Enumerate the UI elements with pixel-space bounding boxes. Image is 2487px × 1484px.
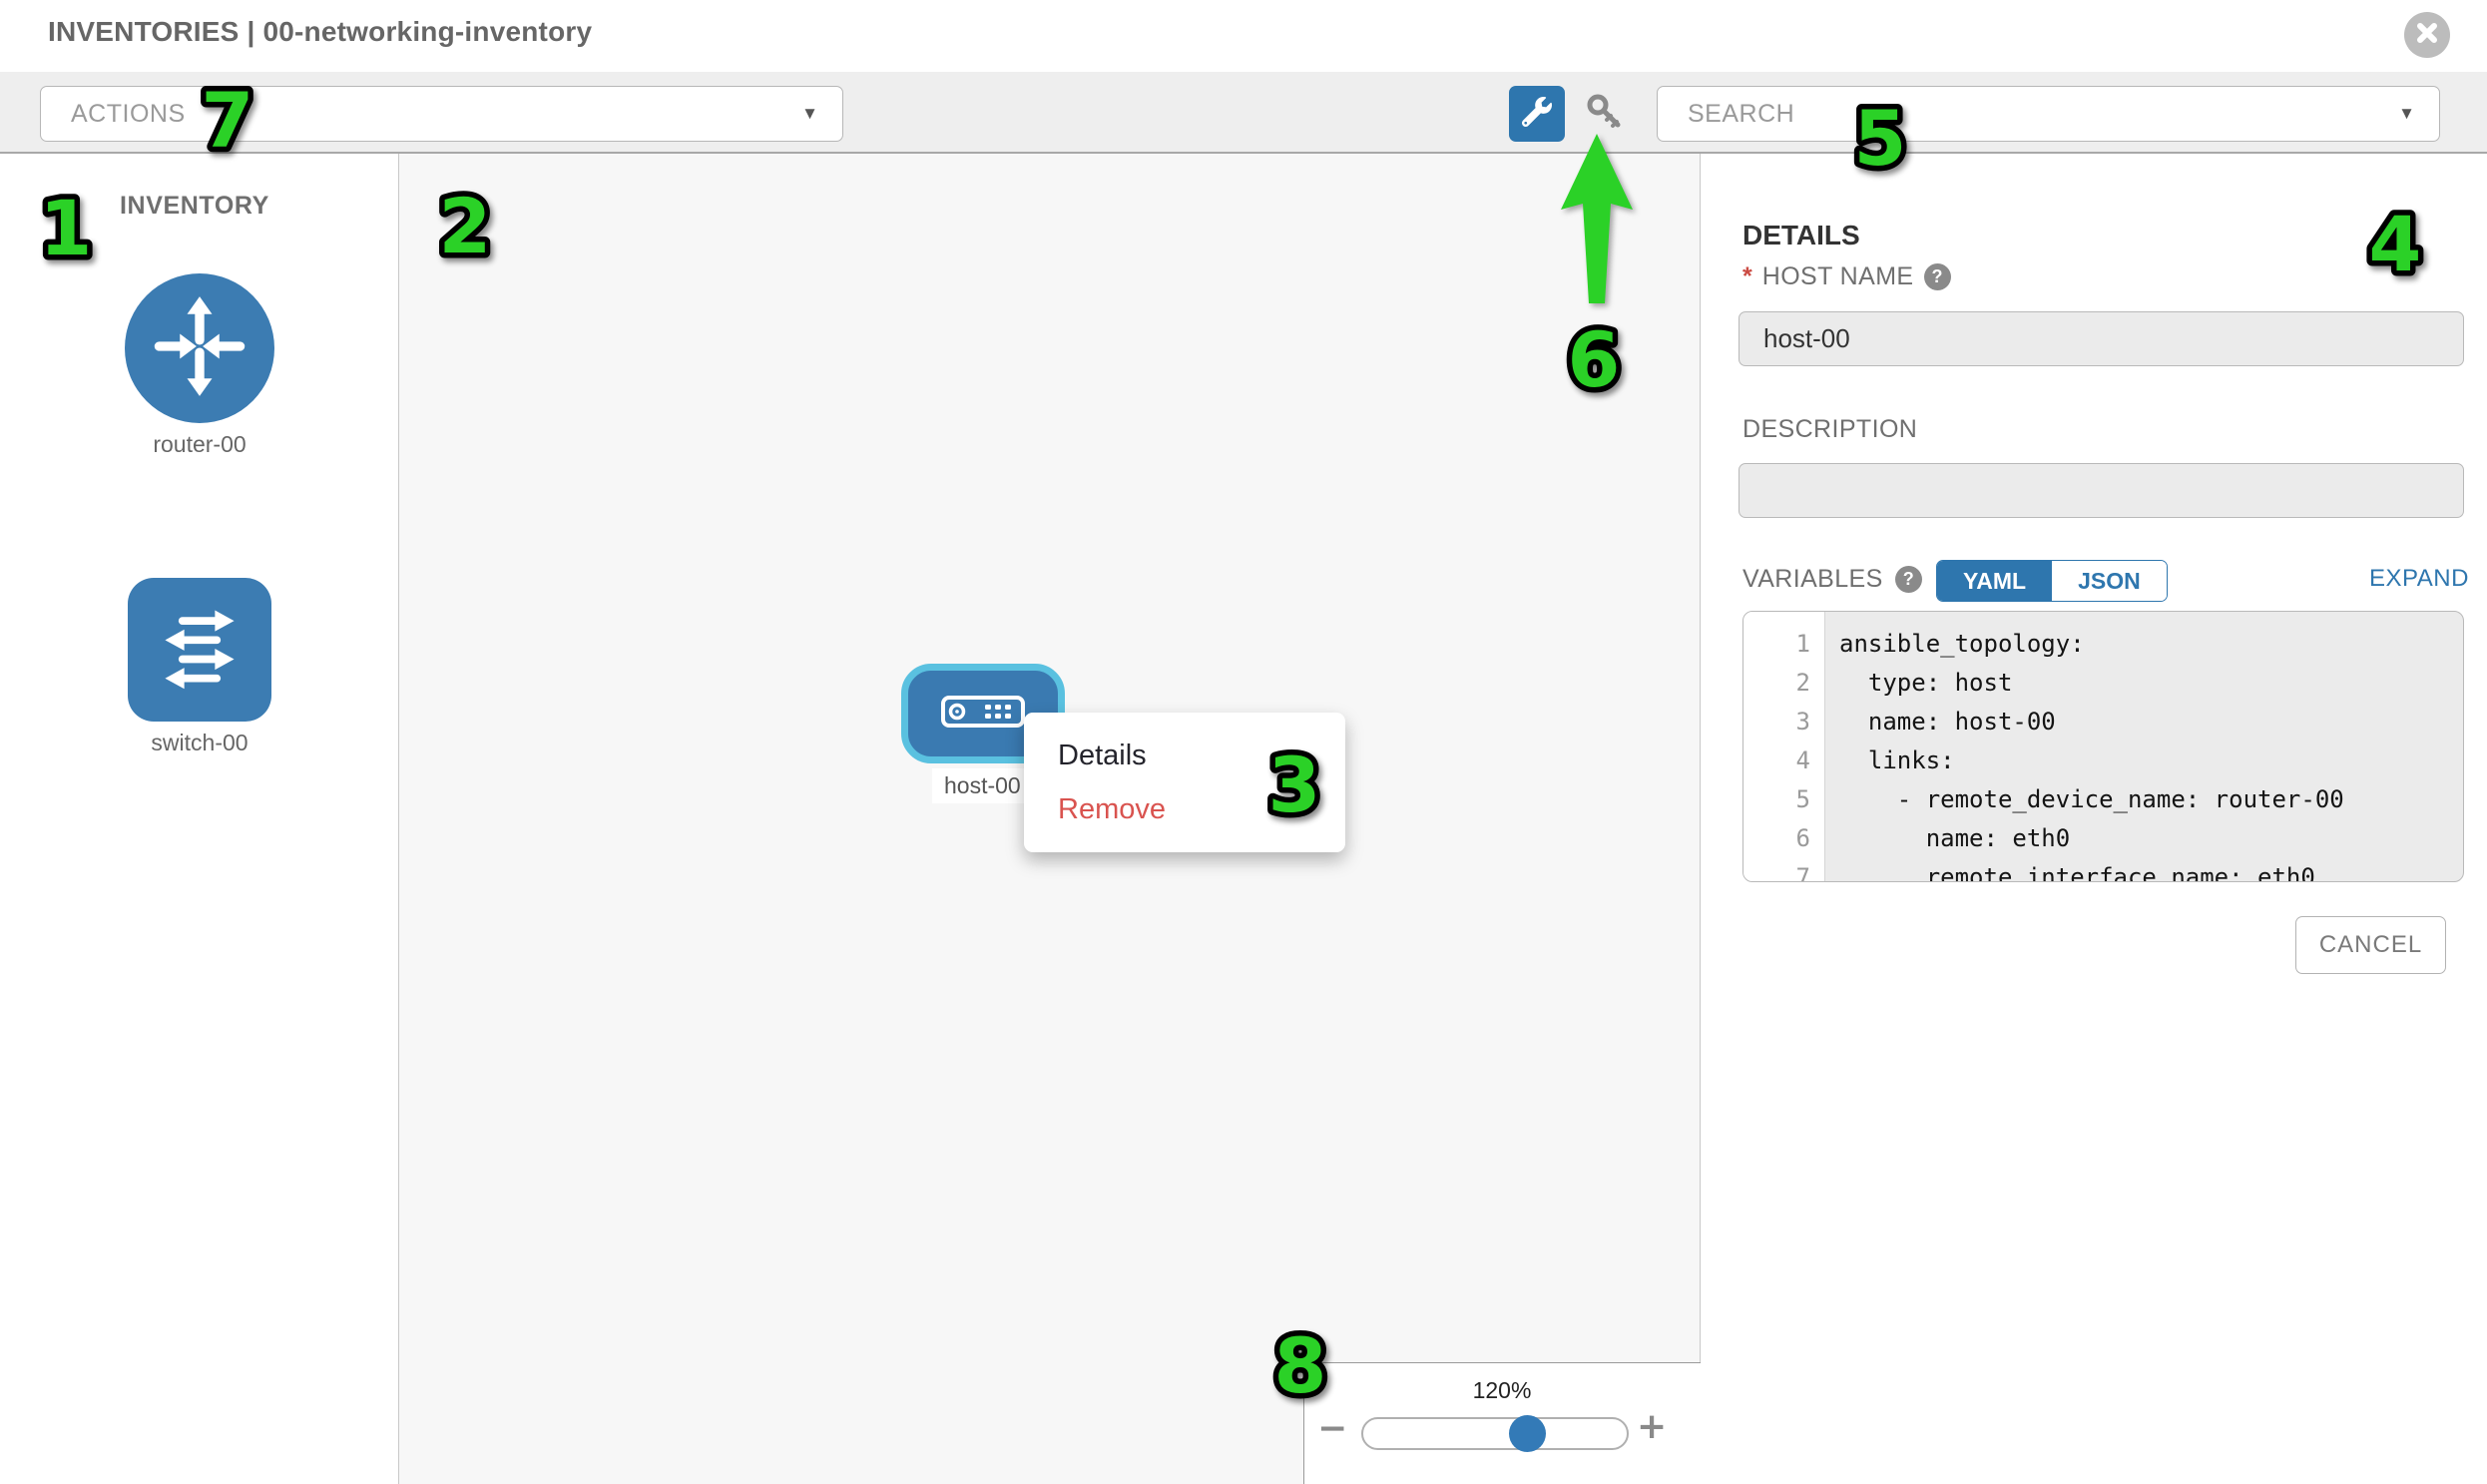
variables-code-editor[interactable]: 1 2 3 4 5 6 7 ansible_topology: type: ho… [1742,611,2464,882]
chevron-down-icon: ▼ [2398,104,2415,124]
cancel-button[interactable]: CANCEL [2295,916,2446,974]
zoom-in-button[interactable]: + [1637,1409,1667,1445]
actions-dropdown[interactable]: ACTIONS ▼ [40,86,843,142]
networking-inventory-page: INVENTORIES | 00-networking-inventory AC… [0,0,2487,1484]
host-name-label: HOST NAME [1762,262,1914,291]
context-menu-item-details[interactable]: Details [1058,729,1345,782]
description-label: DESCRIPTION [1742,415,1917,444]
details-panel-title: DETAILS [1742,220,1860,251]
search-dropdown[interactable]: SEARCH ▼ [1657,86,2440,142]
variables-label: VARIABLES [1742,565,1883,594]
search-dropdown-label: SEARCH [1688,100,2398,129]
expand-link[interactable]: EXPAND [2369,565,2469,593]
variables-field-row: VARIABLES ? [1742,565,1922,594]
key-button[interactable] [1581,90,1629,138]
host-name-field-row: * HOST NAME ? [1742,262,1951,291]
page-title: INVENTORIES | 00-networking-inventory [48,16,592,48]
host-icon [941,696,1025,733]
sidebar-title: INVENTORY [120,192,269,221]
close-icon [2415,21,2439,50]
tools-button[interactable] [1509,86,1565,142]
switch-icon [152,600,248,701]
help-icon[interactable]: ? [1895,566,1922,593]
editor-code-area[interactable]: ansible_topology: type: host name: host-… [1825,612,2463,881]
context-menu: Details Remove [1024,713,1345,852]
editor-line-numbers: 1 2 3 4 5 6 7 [1743,612,1825,881]
zoom-level-value: 120% [1303,1377,1701,1404]
zoom-out-button[interactable]: − [1317,1411,1347,1447]
json-toggle-button[interactable]: JSON [2052,561,2167,601]
annotation-number-4: 4 [2345,186,2445,285]
zoom-slider-knob[interactable] [1509,1415,1546,1452]
zoom-slider-track[interactable] [1361,1417,1629,1450]
variables-format-toggle: YAML JSON [1936,560,2168,602]
host-name-input-value: host-00 [1763,323,1850,354]
description-input[interactable] [1739,463,2464,518]
router-icon [148,294,251,403]
help-icon[interactable]: ? [1924,263,1951,290]
host-node-label: host-00 [932,768,1033,803]
close-button[interactable] [2404,12,2450,58]
host-name-input[interactable]: host-00 [1739,311,2464,366]
required-asterisk: * [1742,262,1752,291]
wrench-icon [1522,97,1552,132]
key-icon [1585,92,1625,137]
actions-dropdown-label: ACTIONS [71,100,801,129]
palette-item-router[interactable] [125,273,274,423]
yaml-toggle-button[interactable]: YAML [1937,561,2052,601]
palette-item-router-label: router-00 [100,431,299,458]
chevron-down-icon: ▼ [801,104,818,124]
svg-text:4: 4 [2369,200,2422,285]
context-menu-item-remove[interactable]: Remove [1058,782,1345,836]
palette-item-switch[interactable] [128,578,271,722]
palette-item-switch-label: switch-00 [100,730,299,756]
